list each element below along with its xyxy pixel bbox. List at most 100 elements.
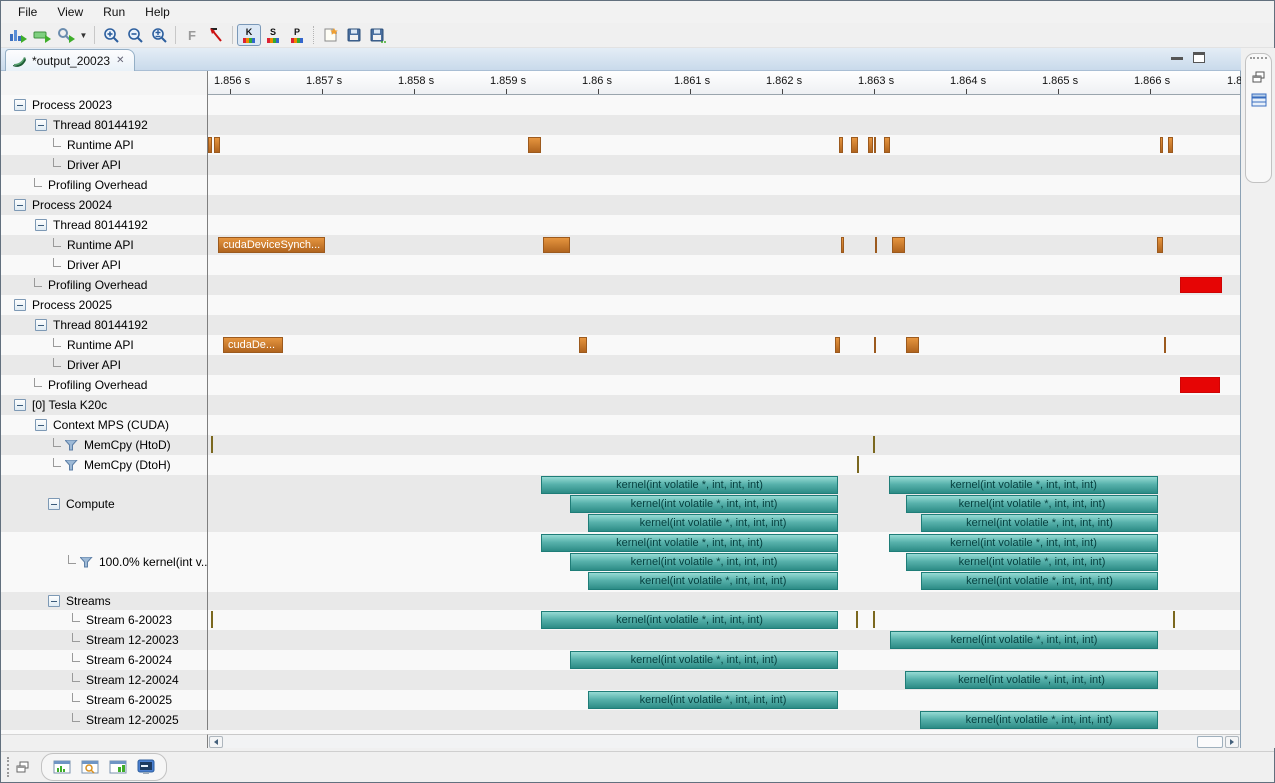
scrollbar-thumb[interactable] [1197,736,1223,748]
new-session-icon[interactable] [318,24,342,46]
kernel-bar[interactable]: kernel(int volatile *, int, int, int) [541,534,838,552]
runtime-api-bar[interactable] [868,137,873,153]
tree-row[interactable]: Runtime API [1,335,208,355]
menu-file[interactable]: File [9,3,46,21]
runtime-api-bar[interactable] [839,137,843,153]
menu-help[interactable]: Help [136,3,179,21]
collapse-minus-icon[interactable] [14,199,26,211]
kernel-bar[interactable]: kernel(int volatile *, int, int, int) [889,534,1158,552]
runtime-api-bar[interactable] [543,237,570,253]
runtime-api-bar[interactable] [208,137,212,153]
runtime-api-bar[interactable] [875,237,877,253]
tree-row[interactable]: Driver API [1,255,208,275]
zoom-dropdown-arrow[interactable]: ▼ [77,24,90,46]
zoom-out-icon[interactable] [123,24,147,46]
overhead-bar[interactable] [1180,377,1220,393]
save-icon[interactable] [342,24,366,46]
runtime-api-bar[interactable] [906,337,919,353]
segments-icon[interactable] [29,24,53,46]
tree-row[interactable]: Runtime API [1,235,208,255]
tree-row[interactable]: Driver API [1,155,208,175]
menu-view[interactable]: View [48,3,92,21]
kernel-bar[interactable]: kernel(int volatile *, int, int, int) [906,495,1158,513]
tree-row[interactable]: Thread 80144192 [1,115,208,135]
collapse-minus-icon[interactable] [35,319,47,331]
tree-row[interactable]: Process 20024 [1,195,208,215]
close-icon[interactable]: ✕ [115,55,125,66]
kernel-bar[interactable]: kernel(int volatile *, int, int, int) [890,631,1158,649]
restore-view-icon[interactable] [1248,67,1269,87]
overhead-bar[interactable] [1180,277,1222,293]
save-all-icon[interactable] [366,24,390,46]
minimize-icon[interactable] [1171,55,1183,60]
interval-mark[interactable] [873,611,875,628]
runtime-api-bar[interactable] [835,337,840,353]
tree-row[interactable]: Driver API [1,355,208,375]
interval-mark[interactable] [856,611,858,628]
kernel-bar[interactable]: kernel(int volatile *, int, int, int) [588,572,838,590]
collapse-minus-icon[interactable] [35,219,47,231]
kernel-bar[interactable]: kernel(int volatile *, int, int, int) [906,553,1158,571]
tree-row[interactable]: Stream 12-20023 [1,630,208,650]
tree-row[interactable]: MemCpy (HtoD) [1,435,208,455]
kernel-bar[interactable]: kernel(int volatile *, int, int, int) [921,514,1158,532]
free-camera-icon[interactable]: F [180,24,204,46]
kernel-bar[interactable]: kernel(int volatile *, int, int, int) [921,572,1158,590]
collapse-minus-icon[interactable] [35,419,47,431]
runtime-api-bar[interactable] [1168,137,1173,153]
runtime-api-bar[interactable] [874,337,876,353]
runtime-api-bar[interactable] [214,137,220,153]
zoom-tool-icon[interactable] [53,24,77,46]
menu-run[interactable]: Run [94,3,134,21]
kernel-coloring-icon[interactable]: K [237,24,261,46]
runtime-api-bar[interactable] [874,137,876,153]
runtime-api-bar[interactable] [851,137,858,153]
tree-row[interactable]: Thread 80144192 [1,315,208,335]
maximize-icon[interactable] [1193,52,1205,63]
interval-mark[interactable] [211,436,213,453]
restore-views-icon[interactable] [11,755,35,779]
kernel-bar[interactable]: kernel(int volatile *, int, int, int) [889,476,1158,494]
kernel-bar[interactable]: kernel(int volatile *, int, int, int) [570,495,838,513]
interval-mark[interactable] [873,436,875,453]
stream-coloring-icon[interactable]: S [261,24,285,46]
collapse-minus-icon[interactable] [14,299,26,311]
runtime-api-bar[interactable] [579,337,587,353]
runtime-api-bar[interactable]: cudaDeviceSynch... [218,237,325,253]
collapse-minus-icon[interactable] [35,119,47,131]
console-view-icon[interactable] [106,755,130,779]
tree-row[interactable]: MemCpy (DtoH) [1,455,208,475]
runtime-api-bar[interactable] [528,137,541,153]
runtime-api-bar[interactable] [841,237,844,253]
tree-row[interactable]: Process 20025 [1,295,208,315]
properties-view-icon[interactable] [1248,90,1269,110]
collapse-minus-icon[interactable] [48,595,60,607]
kernel-bar[interactable]: kernel(int volatile *, int, int, int) [588,514,838,532]
kernel-bar[interactable]: kernel(int volatile *, int, int, int) [920,711,1158,729]
tree-row[interactable]: Stream 12-20024 [1,670,208,690]
tree-row[interactable]: Profiling Overhead [1,175,208,195]
kernel-bar[interactable]: kernel(int volatile *, int, int, int) [588,691,838,709]
horizontal-scrollbar[interactable] [208,734,1240,748]
tree-row[interactable]: Process 20023 [1,95,208,115]
kernel-bar[interactable]: kernel(int volatile *, int, int, int) [541,611,838,629]
tree-row[interactable]: Profiling Overhead [1,275,208,295]
runtime-api-bar[interactable] [884,137,890,153]
tree-row[interactable]: [0] Tesla K20c [1,395,208,415]
interval-mark[interactable] [1173,611,1175,628]
collapse-minus-icon[interactable] [14,399,26,411]
tree-row[interactable]: Stream 6-20025 [1,690,208,710]
kernel-bar[interactable]: kernel(int volatile *, int, int, int) [905,671,1158,689]
tree-row[interactable]: Stream 6-20024 [1,650,208,670]
tree-row[interactable]: Streams [1,592,208,610]
runtime-api-bar[interactable] [892,237,905,253]
runtime-api-bar[interactable] [1160,137,1163,153]
process-coloring-icon[interactable]: P [285,24,309,46]
zoom-in-icon[interactable] [99,24,123,46]
zoom-fit-icon[interactable] [147,24,171,46]
scroll-right-icon[interactable] [1225,736,1239,748]
interval-mark[interactable] [857,456,859,473]
tree-row[interactable]: Context MPS (CUDA) [1,415,208,435]
settings-view-icon[interactable] [134,755,158,779]
runtime-api-bar[interactable]: cudaDe... [223,337,283,353]
